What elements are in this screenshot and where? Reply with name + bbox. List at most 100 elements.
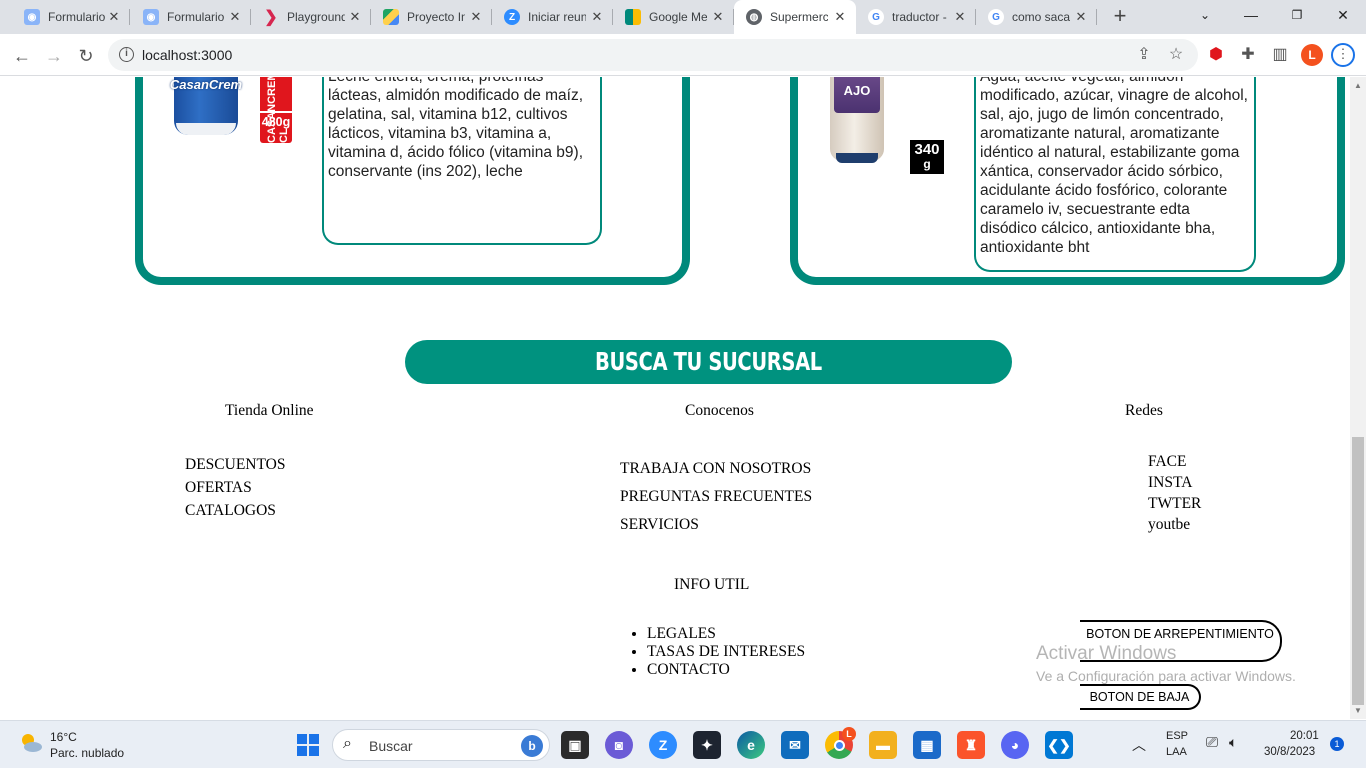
close-tab-icon[interactable]: ✕ <box>347 9 363 25</box>
forward-button[interactable]: → <box>40 42 68 70</box>
page-viewport: CasanCrem CASANCREM CL 480g Leche entera… <box>0 77 1350 719</box>
footer-title-redes: Redes <box>1125 402 1163 419</box>
find-branch-button[interactable]: BUSCA TU SUCURSAL <box>405 340 1012 384</box>
globe-icon: ◍ <box>746 9 762 25</box>
info-util-list: LEGALES TASAS DE INTERESES CONTACTO <box>647 625 805 679</box>
footer-title-tienda: Tienda Online <box>225 402 314 419</box>
footer-link-servicios[interactable]: SERVICIOS <box>620 516 699 534</box>
clock-time[interactable]: 20:01 <box>1290 730 1319 742</box>
footer-link-face[interactable]: FACE <box>1148 453 1186 471</box>
scroll-up-arrow-icon[interactable]: ▲ <box>1354 81 1362 90</box>
back-button[interactable]: ← <box>8 42 36 70</box>
weather-description[interactable]: Parc. nublado <box>50 746 124 760</box>
close-window-button[interactable]: ✕ <box>1320 0 1366 30</box>
mail-icon[interactable]: ✉ <box>781 731 809 759</box>
extensions-puzzle-icon[interactable]: ✚ <box>1237 44 1259 66</box>
footer-link-trabaja[interactable]: TRABAJA CON NOSOTROS <box>620 460 811 478</box>
game-app-icon[interactable]: ✦ <box>693 731 721 759</box>
footer-link-preguntas[interactable]: PREGUNTAS FRECUENTES <box>620 488 812 506</box>
reload-button[interactable]: ↻ <box>72 42 100 70</box>
close-tab-icon[interactable]: ✕ <box>952 9 968 25</box>
search-icon: ⌕ <box>343 735 352 752</box>
language-indicator-bottom[interactable]: LAA <box>1166 746 1187 758</box>
activate-windows-watermark: Activar Windows <box>1036 643 1177 664</box>
new-tab-button[interactable]: + <box>1108 5 1132 29</box>
footer-link-ofertas[interactable]: OFERTAS <box>185 479 252 497</box>
vscode-icon[interactable]: ❮❯ <box>1045 731 1073 759</box>
footer-link-contacto[interactable]: CONTACTO <box>647 661 805 679</box>
footer-link-insta[interactable]: INSTA <box>1148 474 1192 492</box>
clock-date[interactable]: 30/8/2023 <box>1264 746 1315 758</box>
weather-temperature[interactable]: 16°C <box>50 730 77 744</box>
footer-link-catalogos[interactable]: CATALOGOS <box>185 502 276 520</box>
task-view-icon[interactable]: ▣ <box>561 731 589 759</box>
footer-title-conocenos: Conocenos <box>685 402 754 419</box>
close-tab-icon[interactable]: ✕ <box>832 9 848 25</box>
footer-link-legales[interactable]: LEGALES <box>647 625 805 643</box>
footer-link-descuentos[interactable]: DESCUENTOS <box>185 456 285 474</box>
close-tab-icon[interactable]: ✕ <box>710 9 726 25</box>
teams-chat-icon[interactable]: ◙ <box>605 731 633 759</box>
product-image-yogurt: CasanCrem <box>168 77 244 143</box>
microsoft-store-icon[interactable]: ▦ <box>913 731 941 759</box>
bookmark-star-icon[interactable]: ☆ <box>1165 44 1187 66</box>
footer-link-twter[interactable]: TWTER <box>1148 495 1201 513</box>
product-description: Leche entera, crema, proteínas lácteas, … <box>322 77 602 245</box>
file-explorer-icon[interactable]: ▬ <box>869 731 897 759</box>
footer-title-info: INFO UTIL <box>674 576 750 593</box>
edge-browser-icon[interactable]: e <box>737 731 765 759</box>
close-tab-icon[interactable]: ✕ <box>589 9 605 25</box>
restore-button[interactable]: ❐ <box>1274 0 1320 30</box>
notification-badge[interactable]: 1 <box>1330 737 1344 751</box>
page-scrollbar[interactable]: ▲ ▼ <box>1350 77 1366 719</box>
zoom-icon: Z <box>504 9 520 25</box>
chrome-menu-icon[interactable]: ⋮ <box>1331 43 1355 67</box>
browser-tab[interactable]: Google Me ✕ <box>613 0 734 34</box>
footer-link-youtube[interactable]: youtbe <box>1148 516 1190 534</box>
tab-search-chevron-icon[interactable]: ⌄ <box>1182 0 1228 30</box>
url-text[interactable]: localhost:3000 <box>142 47 232 63</box>
browser-tab[interactable]: ◉ Formulario ✕ <box>12 0 130 34</box>
taskbar-search-input[interactable]: ⌕ Buscar b <box>332 729 550 761</box>
baja-button[interactable]: BOTON DE BAJA <box>1080 684 1201 710</box>
extension-shield-icon[interactable]: ⬢ <box>1205 44 1227 66</box>
network-icon[interactable]: ⎚ <box>1206 734 1218 751</box>
browser-tab[interactable]: ◉ Formulario ✕ <box>131 0 251 34</box>
site-info-icon[interactable]: i <box>119 47 134 62</box>
share-icon[interactable]: ⇪ <box>1133 44 1155 66</box>
browser-tab[interactable]: G como saca ✕ <box>976 0 1097 34</box>
side-panel-icon[interactable]: ▥ <box>1269 44 1291 66</box>
address-bar[interactable]: i localhost:3000 <box>108 39 1198 71</box>
browser-tab[interactable]: G traductor - ✕ <box>856 0 976 34</box>
close-tab-icon[interactable]: ✕ <box>227 9 243 25</box>
profile-avatar[interactable]: L <box>1301 44 1323 66</box>
show-hidden-icons-chevron[interactable]: ︿ <box>1132 735 1146 755</box>
windows-taskbar: 16°C Parc. nublado ⌕ Buscar b ▣ ◙ Z ✦ e … <box>0 720 1366 768</box>
product-weight-tag: CASANCREM CL 480g <box>260 77 292 143</box>
bing-icon[interactable]: b <box>521 735 543 757</box>
language-indicator-top[interactable]: ESP <box>1166 730 1188 742</box>
browser-tab-active[interactable]: ◍ Supermerc ✕ <box>734 0 856 34</box>
google-drive-icon <box>383 9 399 25</box>
zoom-app-icon[interactable]: Z <box>649 731 677 759</box>
scrollbar-thumb[interactable] <box>1352 437 1364 705</box>
partly-cloudy-icon <box>22 734 42 752</box>
browser-toolbar: ← → ↻ i localhost:3000 ⇪ ☆ ⬢ ✚ ▥ L ⋮ <box>0 34 1366 76</box>
google-icon: G <box>988 9 1004 25</box>
footer-link-tasas[interactable]: TASAS DE INTERESES <box>647 643 805 661</box>
browser-tab[interactable]: Z Iniciar reun ✕ <box>492 0 613 34</box>
browser-tab[interactable]: Proyecto In ✕ <box>371 0 492 34</box>
minimize-button[interactable]: — <box>1228 0 1274 30</box>
windows-start-icon[interactable] <box>294 731 322 759</box>
close-tab-icon[interactable]: ✕ <box>468 9 484 25</box>
close-tab-icon[interactable]: ✕ <box>106 9 122 25</box>
volume-icon[interactable]: 🔈︎ <box>1229 734 1237 751</box>
scroll-down-arrow-icon[interactable]: ▼ <box>1354 706 1362 715</box>
playground-arrow-icon: ❯ <box>264 9 278 26</box>
browser-tab[interactable]: ❯ Playground ✕ <box>251 0 371 34</box>
brave-browser-icon[interactable]: ♜ <box>957 731 985 759</box>
argentina-flag-icon: ◉ <box>143 9 159 25</box>
discord-icon[interactable]: ◕ <box>1001 731 1029 759</box>
close-tab-icon[interactable]: ✕ <box>1073 9 1089 25</box>
browser-tab-strip: ◉ Formulario ✕ ◉ Formulario ✕ ❯ Playgrou… <box>0 0 1366 34</box>
